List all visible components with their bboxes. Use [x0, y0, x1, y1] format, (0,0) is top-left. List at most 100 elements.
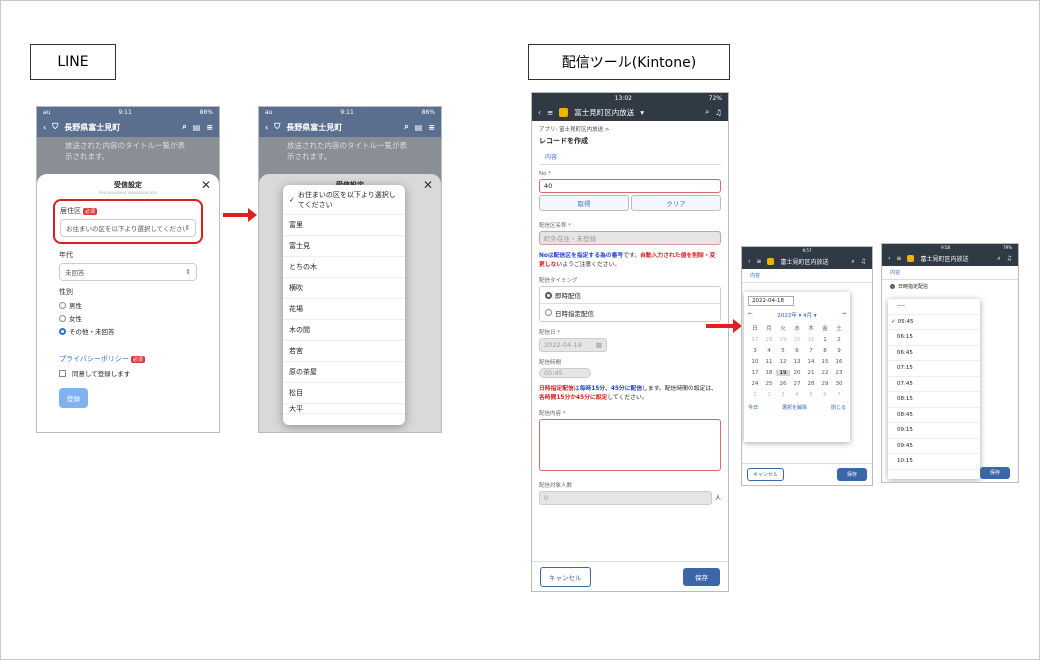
time-option[interactable]: 06:15 [888, 330, 980, 346]
menu-icon[interactable]: ≡ [547, 108, 553, 117]
calendar-day[interactable]: 15 [818, 359, 832, 365]
dropdown-item[interactable]: 松目 [283, 383, 405, 404]
time-option[interactable]: 08:45 [888, 408, 980, 423]
clear-button[interactable]: クリア [631, 195, 721, 211]
dropdown-item[interactable]: とちの木 [283, 257, 405, 278]
get-button[interactable]: 取得 [539, 195, 629, 211]
dropdown-item[interactable]: 若宮 [283, 341, 405, 362]
privacy-link[interactable]: プライバシーポリシー [59, 355, 129, 363]
back-icon[interactable]: ‹ [43, 123, 46, 132]
tab-content[interactable]: 内容 [882, 266, 1018, 280]
calendar-day[interactable]: 26 [776, 381, 790, 387]
date-field[interactable]: 2022-04-18 [748, 296, 794, 306]
month-selector[interactable]: 2022年 ▾ 4月 ▾ [777, 311, 816, 319]
menu-icon[interactable]: ≡ [756, 258, 761, 265]
dropdown-item[interactable]: 原の茶屋 [283, 362, 405, 383]
calendar-day[interactable]: 2 [832, 337, 846, 343]
time-input[interactable]: 05:45 [539, 368, 591, 378]
calendar-day[interactable]: 20 [790, 370, 804, 376]
calendar-day[interactable]: 5 [776, 348, 790, 354]
calendar-day[interactable]: 21 [804, 370, 818, 376]
content-textarea[interactable] [539, 419, 721, 471]
timing-scheduled[interactable]: 日時指定配信 [540, 304, 720, 321]
calendar-day[interactable]: 8 [818, 348, 832, 354]
register-button[interactable]: 登録 [59, 388, 88, 408]
breadcrumb[interactable]: アプリ: 富士見町区内放送 > [539, 125, 721, 133]
note-icon[interactable]: ▤ [193, 123, 201, 132]
bell-icon[interactable]: ♫ [861, 258, 866, 265]
search-icon[interactable]: ⌕ [182, 122, 186, 132]
search-icon[interactable]: ⌕ [851, 258, 854, 266]
gender-radio-female[interactable]: 女性 [59, 313, 197, 323]
gender-radio-other[interactable]: その他・未回答 [59, 326, 197, 336]
time-option[interactable]: ---- [888, 299, 980, 315]
calendar-day[interactable]: 7 [804, 348, 818, 354]
dropdown-item[interactable]: 木の間 [283, 320, 405, 341]
save-button[interactable]: 保存 [836, 468, 867, 481]
timing-immediate[interactable]: 即時配信 [540, 287, 720, 304]
time-option[interactable]: 07:15 [888, 361, 980, 377]
menu-icon[interactable]: ≡ [206, 123, 213, 132]
calendar-day[interactable]: 18 [762, 370, 776, 376]
calendar-day[interactable]: 11 [762, 359, 776, 365]
bell-icon[interactable]: ♫ [1007, 255, 1012, 262]
calendar-day[interactable]: 9 [832, 348, 846, 354]
tab-content[interactable]: 内容 [742, 269, 872, 283]
gender-radio-male[interactable]: 男性 [59, 300, 197, 310]
timing-scheduled[interactable]: 日時指定配信 [882, 280, 1018, 293]
calendar-day[interactable]: 4 [790, 392, 804, 398]
calendar-day[interactable]: 12 [776, 359, 790, 365]
dropdown-item-placeholder[interactable]: ✓ お住まいの区を以下より選択してください [283, 185, 405, 215]
area-select[interactable]: お住まいの区を以下より選択してください ⇕ [60, 219, 196, 237]
calendar-day[interactable]: 30 [832, 381, 846, 387]
no-input[interactable]: 40 [539, 179, 721, 193]
count-input[interactable]: 0 [539, 491, 712, 505]
search-icon[interactable]: ⌕ [404, 122, 408, 132]
calendar-day[interactable]: 1 [818, 337, 832, 343]
cancel-button[interactable]: キャンセル [540, 566, 591, 587]
back-icon[interactable]: ‹ [888, 255, 890, 262]
time-option[interactable]: 09:45 [888, 439, 980, 454]
app-title[interactable]: 富士見町区内放送 [574, 107, 634, 118]
menu-icon[interactable]: ≡ [428, 123, 435, 132]
dropdown-item[interactable]: 富士見 [283, 236, 405, 257]
close-icon[interactable]: ✕ [423, 178, 433, 192]
calendar-day[interactable]: 30 [790, 337, 804, 343]
calendar-day[interactable]: 28 [804, 381, 818, 387]
calendar-day[interactable]: 10 [748, 359, 762, 365]
note-icon[interactable]: ▤ [415, 123, 423, 132]
calendar-day[interactable]: 13 [790, 359, 804, 365]
dropdown-item[interactable]: 大平 [283, 404, 405, 414]
time-option[interactable]: 06:45 [888, 346, 980, 361]
agree-checkbox[interactable]: 同意して登録します [59, 368, 197, 378]
calendar-day[interactable]: 24 [748, 381, 762, 387]
calendar-day[interactable]: 3 [748, 348, 762, 354]
calendar-day[interactable]: 29 [776, 337, 790, 343]
clear-selection-button[interactable]: 選択を解除 [782, 404, 807, 411]
date-input[interactable]: 2022-04-19 ▦ [539, 338, 607, 352]
cancel-button[interactable]: キャンセル [747, 468, 785, 481]
time-option[interactable]: 08:15 [888, 392, 980, 408]
dropdown-item[interactable]: 富里 [283, 215, 405, 236]
today-button[interactable]: 今日 [748, 404, 758, 411]
calendar-day[interactable]: 23 [832, 370, 846, 376]
calendar-day[interactable]: 6 [790, 348, 804, 354]
tab-content[interactable]: 内容 [539, 152, 721, 165]
back-icon[interactable]: ‹ [748, 258, 750, 265]
calendar-day[interactable]: 1 [748, 392, 762, 398]
back-icon[interactable]: ‹ [538, 108, 541, 117]
calendar-day[interactable]: 19 [776, 370, 790, 376]
dropdown-item[interactable]: 横吹 [283, 278, 405, 299]
calendar-day[interactable]: 27 [748, 337, 762, 343]
calendar-day[interactable]: 7 [832, 392, 846, 398]
calendar-day[interactable]: 28 [762, 337, 776, 343]
calendar-day[interactable]: 29 [818, 381, 832, 387]
dropdown-item[interactable]: 花場 [283, 299, 405, 320]
save-button[interactable]: 保存 [683, 567, 720, 586]
calendar-day[interactable]: 2 [762, 392, 776, 398]
calendar-day[interactable]: 14 [804, 359, 818, 365]
bell-icon[interactable]: ♫ [715, 108, 722, 117]
area-input[interactable]: 町外在住・未登録 [539, 231, 721, 245]
search-icon[interactable]: ⌕ [705, 107, 709, 117]
calendar-day[interactable]: 16 [832, 359, 846, 365]
